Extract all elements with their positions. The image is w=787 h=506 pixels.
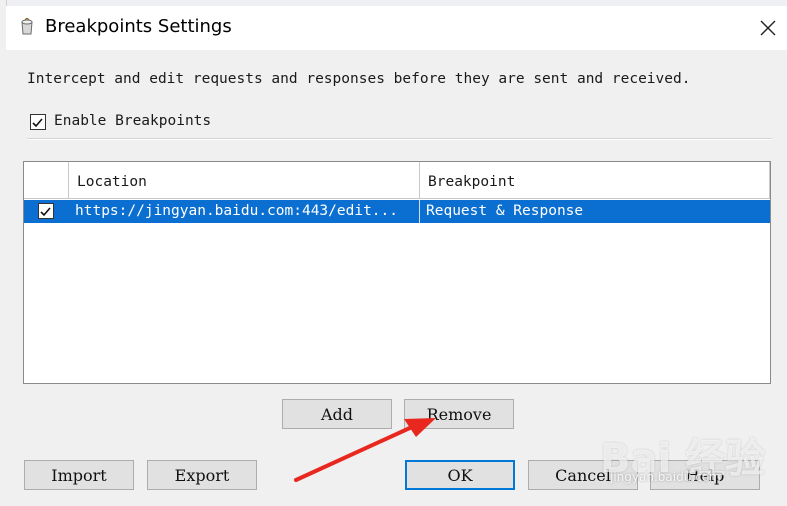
close-icon[interactable] <box>750 10 786 46</box>
watermark-url: jingyan.baidu.com <box>610 470 721 484</box>
column-header-enabled[interactable] <box>24 162 69 199</box>
export-button[interactable]: Export <box>147 460 257 490</box>
row-checkbox-cell <box>24 200 69 223</box>
column-header-breakpoint[interactable]: Breakpoint <box>420 162 770 199</box>
checkmark-icon <box>32 118 43 128</box>
remove-button[interactable]: Remove <box>404 399 514 429</box>
enable-breakpoints-label[interactable]: Enable Breakpoints <box>54 113 211 129</box>
table-header: Location Breakpoint <box>24 162 770 200</box>
table-row[interactable]: https://jingyan.baidu.com:443/edit... Re… <box>24 200 770 223</box>
charles-app-icon <box>19 17 35 36</box>
title-bar: Breakpoints Settings <box>6 6 787 50</box>
add-button[interactable]: Add <box>282 399 392 429</box>
window-title: Breakpoints Settings <box>45 16 232 37</box>
row-breakpoint: Request & Response <box>426 203 584 219</box>
import-button[interactable]: Import <box>24 460 134 490</box>
column-header-location[interactable]: Location <box>69 162 420 199</box>
row-location: https://jingyan.baidu.com:443/edit... <box>69 200 420 223</box>
dialog-description: Intercept and edit requests and response… <box>27 71 691 87</box>
row-enabled-checkbox[interactable] <box>38 203 54 219</box>
ok-button[interactable]: OK <box>405 460 515 490</box>
breakpoints-table[interactable]: Location Breakpoint https://jingyan.baid… <box>23 161 771 384</box>
enable-breakpoints-checkbox[interactable] <box>30 114 46 130</box>
checkmark-icon <box>40 207 51 217</box>
separator <box>27 138 772 140</box>
